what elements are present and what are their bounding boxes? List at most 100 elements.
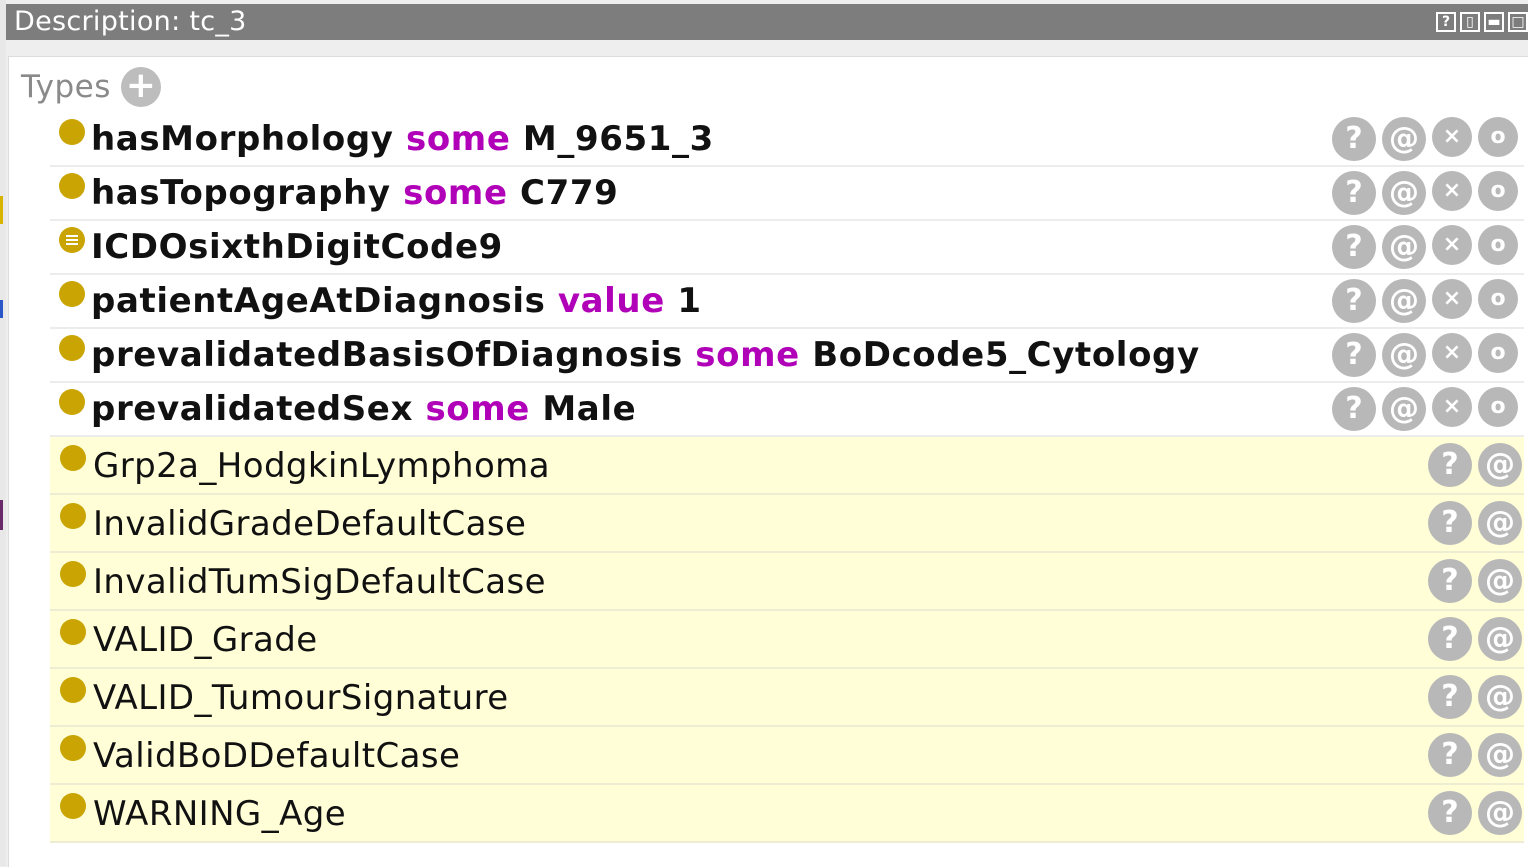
explain-button[interactable]: ? <box>1332 333 1376 377</box>
left-edge-strip <box>0 0 6 866</box>
type-row[interactable]: prevalidatedSex some Male ? @ × o <box>50 383 1524 437</box>
class-icon <box>59 335 85 361</box>
class-expression: prevalidatedSex some Male <box>91 389 636 429</box>
filler-name: 1 <box>677 281 702 321</box>
inferred-class-name: InvalidGradeDefaultCase <box>93 504 527 544</box>
property-name: prevalidatedSex <box>91 389 413 429</box>
explain-button[interactable]: ? <box>1332 387 1376 431</box>
view-titlebar: Description: tc_3 ? ▯ ▬ □ <box>6 4 1528 40</box>
defined-class-icon <box>59 227 85 253</box>
add-type-button[interactable]: + <box>120 67 161 107</box>
explain-button[interactable]: ? <box>1428 733 1472 777</box>
annotate-button[interactable]: @ <box>1382 117 1426 161</box>
explain-button[interactable]: ? <box>1332 117 1376 161</box>
class-icon <box>60 561 86 587</box>
delete-button[interactable]: × <box>1432 387 1472 427</box>
explain-button[interactable]: ? <box>1332 225 1376 269</box>
annotate-button[interactable]: @ <box>1478 791 1522 835</box>
row-actions: ? @ × o <box>1332 387 1518 431</box>
row-actions: ? @ <box>1428 675 1522 719</box>
type-row[interactable]: patientAgeAtDiagnosis value 1 ? @ × o <box>50 275 1524 329</box>
split-vertical-icon[interactable]: ▯ <box>1460 12 1480 32</box>
types-list: hasMorphology some M_9651_3 ? @ × o hasT… <box>50 113 1524 843</box>
annotate-button[interactable]: @ <box>1382 333 1426 377</box>
annotate-button[interactable]: @ <box>1478 733 1522 777</box>
row-actions: ? @ × o <box>1332 171 1518 215</box>
keyword: some <box>403 173 508 213</box>
view-title: Description: tc_3 <box>14 6 247 37</box>
class-icon <box>60 793 86 819</box>
inferred-type-row[interactable]: Grp2a_HodgkinLymphoma ? @ <box>50 437 1524 495</box>
explain-button[interactable]: ? <box>1428 617 1472 661</box>
type-row[interactable]: prevalidatedBasisOfDiagnosis some BoDcod… <box>50 329 1524 383</box>
type-row[interactable]: ICDOsixthDigitCode9 ? @ × o <box>50 221 1524 275</box>
inferred-class-name: Grp2a_HodgkinLymphoma <box>93 446 550 486</box>
delete-button[interactable]: × <box>1432 279 1472 319</box>
keyword: value <box>557 281 665 321</box>
row-actions: ? @ <box>1428 791 1522 835</box>
filler-name: Male <box>542 389 637 429</box>
explain-button[interactable]: ? <box>1332 171 1376 215</box>
property-name: hasMorphology <box>91 119 394 159</box>
inferred-type-row[interactable]: ValidBoDDefaultCase ? @ <box>50 727 1524 785</box>
annotate-button[interactable]: @ <box>1478 501 1522 545</box>
filler-name: BoDcode5_Cytology <box>812 335 1200 375</box>
explain-button[interactable]: ? <box>1428 675 1472 719</box>
row-actions: ? @ <box>1428 559 1522 603</box>
edit-button[interactable]: o <box>1478 171 1518 211</box>
annotate-button[interactable]: @ <box>1478 617 1522 661</box>
delete-button[interactable]: × <box>1432 171 1472 211</box>
delete-button[interactable]: × <box>1432 225 1472 265</box>
annotate-button[interactable]: @ <box>1478 559 1522 603</box>
edit-button[interactable]: o <box>1478 117 1518 157</box>
class-icon <box>59 281 85 307</box>
class-name: ICDOsixthDigitCode9 <box>91 227 503 267</box>
explain-button[interactable]: ? <box>1428 559 1472 603</box>
maximize-icon[interactable]: □ <box>1508 12 1528 32</box>
help-icon[interactable]: ? <box>1436 12 1456 32</box>
explain-button[interactable]: ? <box>1428 443 1472 487</box>
inferred-type-row[interactable]: VALID_Grade ? @ <box>50 611 1524 669</box>
annotate-button[interactable]: @ <box>1478 443 1522 487</box>
explain-button[interactable]: ? <box>1428 791 1472 835</box>
delete-button[interactable]: × <box>1432 333 1472 373</box>
class-expression: ICDOsixthDigitCode9 <box>91 227 503 267</box>
class-icon <box>59 119 85 145</box>
class-icon <box>60 677 86 703</box>
keyword: some <box>406 119 511 159</box>
annotate-button[interactable]: @ <box>1382 279 1426 323</box>
delete-button[interactable]: × <box>1432 117 1472 157</box>
annotate-button[interactable]: @ <box>1382 225 1426 269</box>
edge-mark-blue <box>0 300 3 318</box>
edit-button[interactable]: o <box>1478 225 1518 265</box>
class-icon <box>59 389 85 415</box>
explain-button[interactable]: ? <box>1428 501 1472 545</box>
type-row[interactable]: hasMorphology some M_9651_3 ? @ × o <box>50 113 1524 167</box>
row-actions: ? @ <box>1428 501 1522 545</box>
description-panel: Types + hasMorphology some M_9651_3 ? @ … <box>8 56 1528 867</box>
minimize-icon[interactable]: ▬ <box>1484 12 1504 32</box>
inferred-class-name: VALID_TumourSignature <box>93 678 509 718</box>
row-actions: ? @ × o <box>1332 279 1518 323</box>
edit-button[interactable]: o <box>1478 279 1518 319</box>
filler-name: M_9651_3 <box>522 119 714 159</box>
inferred-type-row[interactable]: WARNING_Age ? @ <box>50 785 1524 843</box>
row-actions: ? @ × o <box>1332 333 1518 377</box>
property-name: prevalidatedBasisOfDiagnosis <box>91 335 683 375</box>
class-icon <box>60 735 86 761</box>
inferred-type-row[interactable]: VALID_TumourSignature ? @ <box>50 669 1524 727</box>
explain-button[interactable]: ? <box>1332 279 1376 323</box>
types-label: Types <box>21 69 111 105</box>
inferred-type-row[interactable]: InvalidTumSigDefaultCase ? @ <box>50 553 1524 611</box>
annotate-button[interactable]: @ <box>1382 387 1426 431</box>
edit-button[interactable]: o <box>1478 333 1518 373</box>
type-row[interactable]: hasTopography some C779 ? @ × o <box>50 167 1524 221</box>
inferred-type-row[interactable]: InvalidGradeDefaultCase ? @ <box>50 495 1524 553</box>
window-controls: ? ▯ ▬ □ <box>1436 12 1528 34</box>
annotate-button[interactable]: @ <box>1382 171 1426 215</box>
edit-button[interactable]: o <box>1478 387 1518 427</box>
class-icon <box>60 619 86 645</box>
edge-mark-yellow <box>0 196 3 224</box>
row-actions: ? @ <box>1428 733 1522 777</box>
annotate-button[interactable]: @ <box>1478 675 1522 719</box>
